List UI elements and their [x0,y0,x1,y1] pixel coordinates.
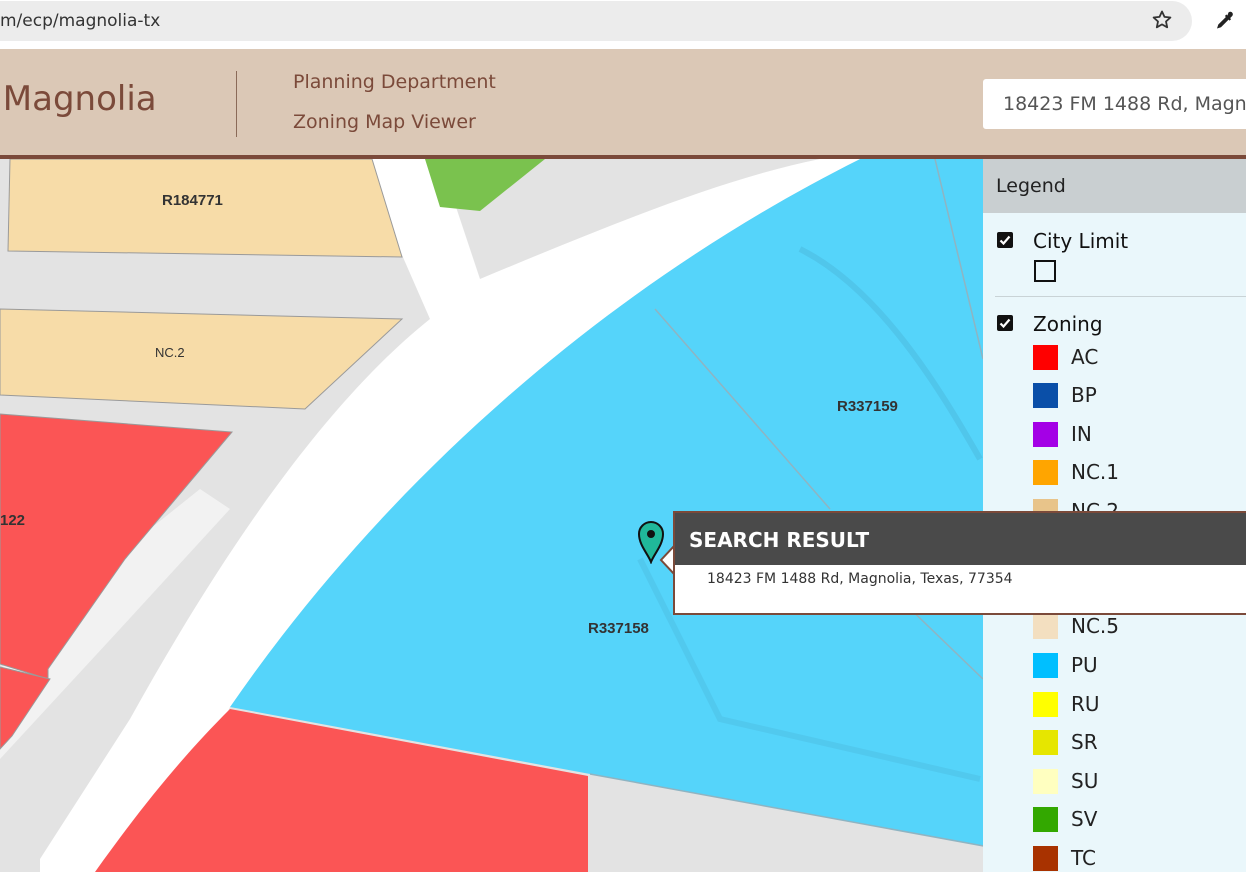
legend-item-label: BP [1071,383,1097,407]
legend-swatch [1033,769,1058,794]
zoning-label: Zoning [1033,312,1103,336]
legend-item-label: SR [1071,730,1098,754]
legend-swatch [1033,383,1058,408]
app-header: f Magnolia Planning Department Zoning Ma… [0,49,1246,159]
eyedropper-icon[interactable] [1212,9,1236,33]
legend-swatch [1033,807,1058,832]
legend-item-label: IN [1071,422,1092,446]
url-text: m/ecp/magnolia-tx [0,11,160,31]
legend-swatch [1033,345,1058,370]
zoning-checkbox[interactable] [997,315,1013,331]
legend-swatch [1033,730,1058,755]
legend-swatch [1033,614,1058,639]
parcel-label: R337159 [837,398,898,415]
legend-item-label: SU [1071,769,1098,793]
viewer-name: Zoning Map Viewer [293,111,476,133]
legend-item-label: SV [1071,807,1097,831]
city-limit-checkbox[interactable] [997,232,1013,248]
city-limit-swatch [1034,260,1056,282]
popup-header: SEARCH RESULT [675,513,1246,565]
check-icon [999,317,1011,329]
legend-item-label: AC [1071,345,1098,369]
legend-divider [995,296,1246,297]
legend-swatch [1033,422,1058,447]
legend-item-label: PU [1071,653,1098,677]
browser-toolbar: m/ecp/magnolia-tx [0,0,1246,46]
legend-header: Legend [983,159,1246,213]
parcel-label: R184771 [162,192,223,209]
legend-swatch [1033,846,1058,871]
popup-title: SEARCH RESULT [689,528,869,552]
header-divider [236,71,237,137]
bookmark-star-icon[interactable] [1150,8,1174,32]
address-bar[interactable]: m/ecp/magnolia-tx [0,1,1192,41]
legend-title: Legend [996,175,1066,197]
legend-swatch [1033,692,1058,717]
address-search-input[interactable] [983,79,1246,129]
legend-swatch [1033,653,1058,678]
check-icon [999,234,1011,246]
search-result-popup: SEARCH RESULT 18423 FM 1488 Rd, Magnolia… [673,511,1246,615]
legend-swatch [1033,460,1058,485]
parcel-label: 122 [0,512,25,529]
legend-item-label: TC [1071,846,1096,870]
legend-item-label: RU [1071,692,1100,716]
parcel-label: NC.2 [155,345,185,360]
legend-item-label: NC.5 [1071,614,1119,638]
city-limit-label: City Limit [1033,229,1128,253]
popup-address: 18423 FM 1488 Rd, Magnolia, Texas, 77354 [707,571,1013,587]
legend-item-label: NC.1 [1071,460,1119,484]
parcel-label: R337158 [588,620,649,637]
department-name: Planning Department [293,71,496,93]
city-title: f Magnolia [0,79,157,119]
